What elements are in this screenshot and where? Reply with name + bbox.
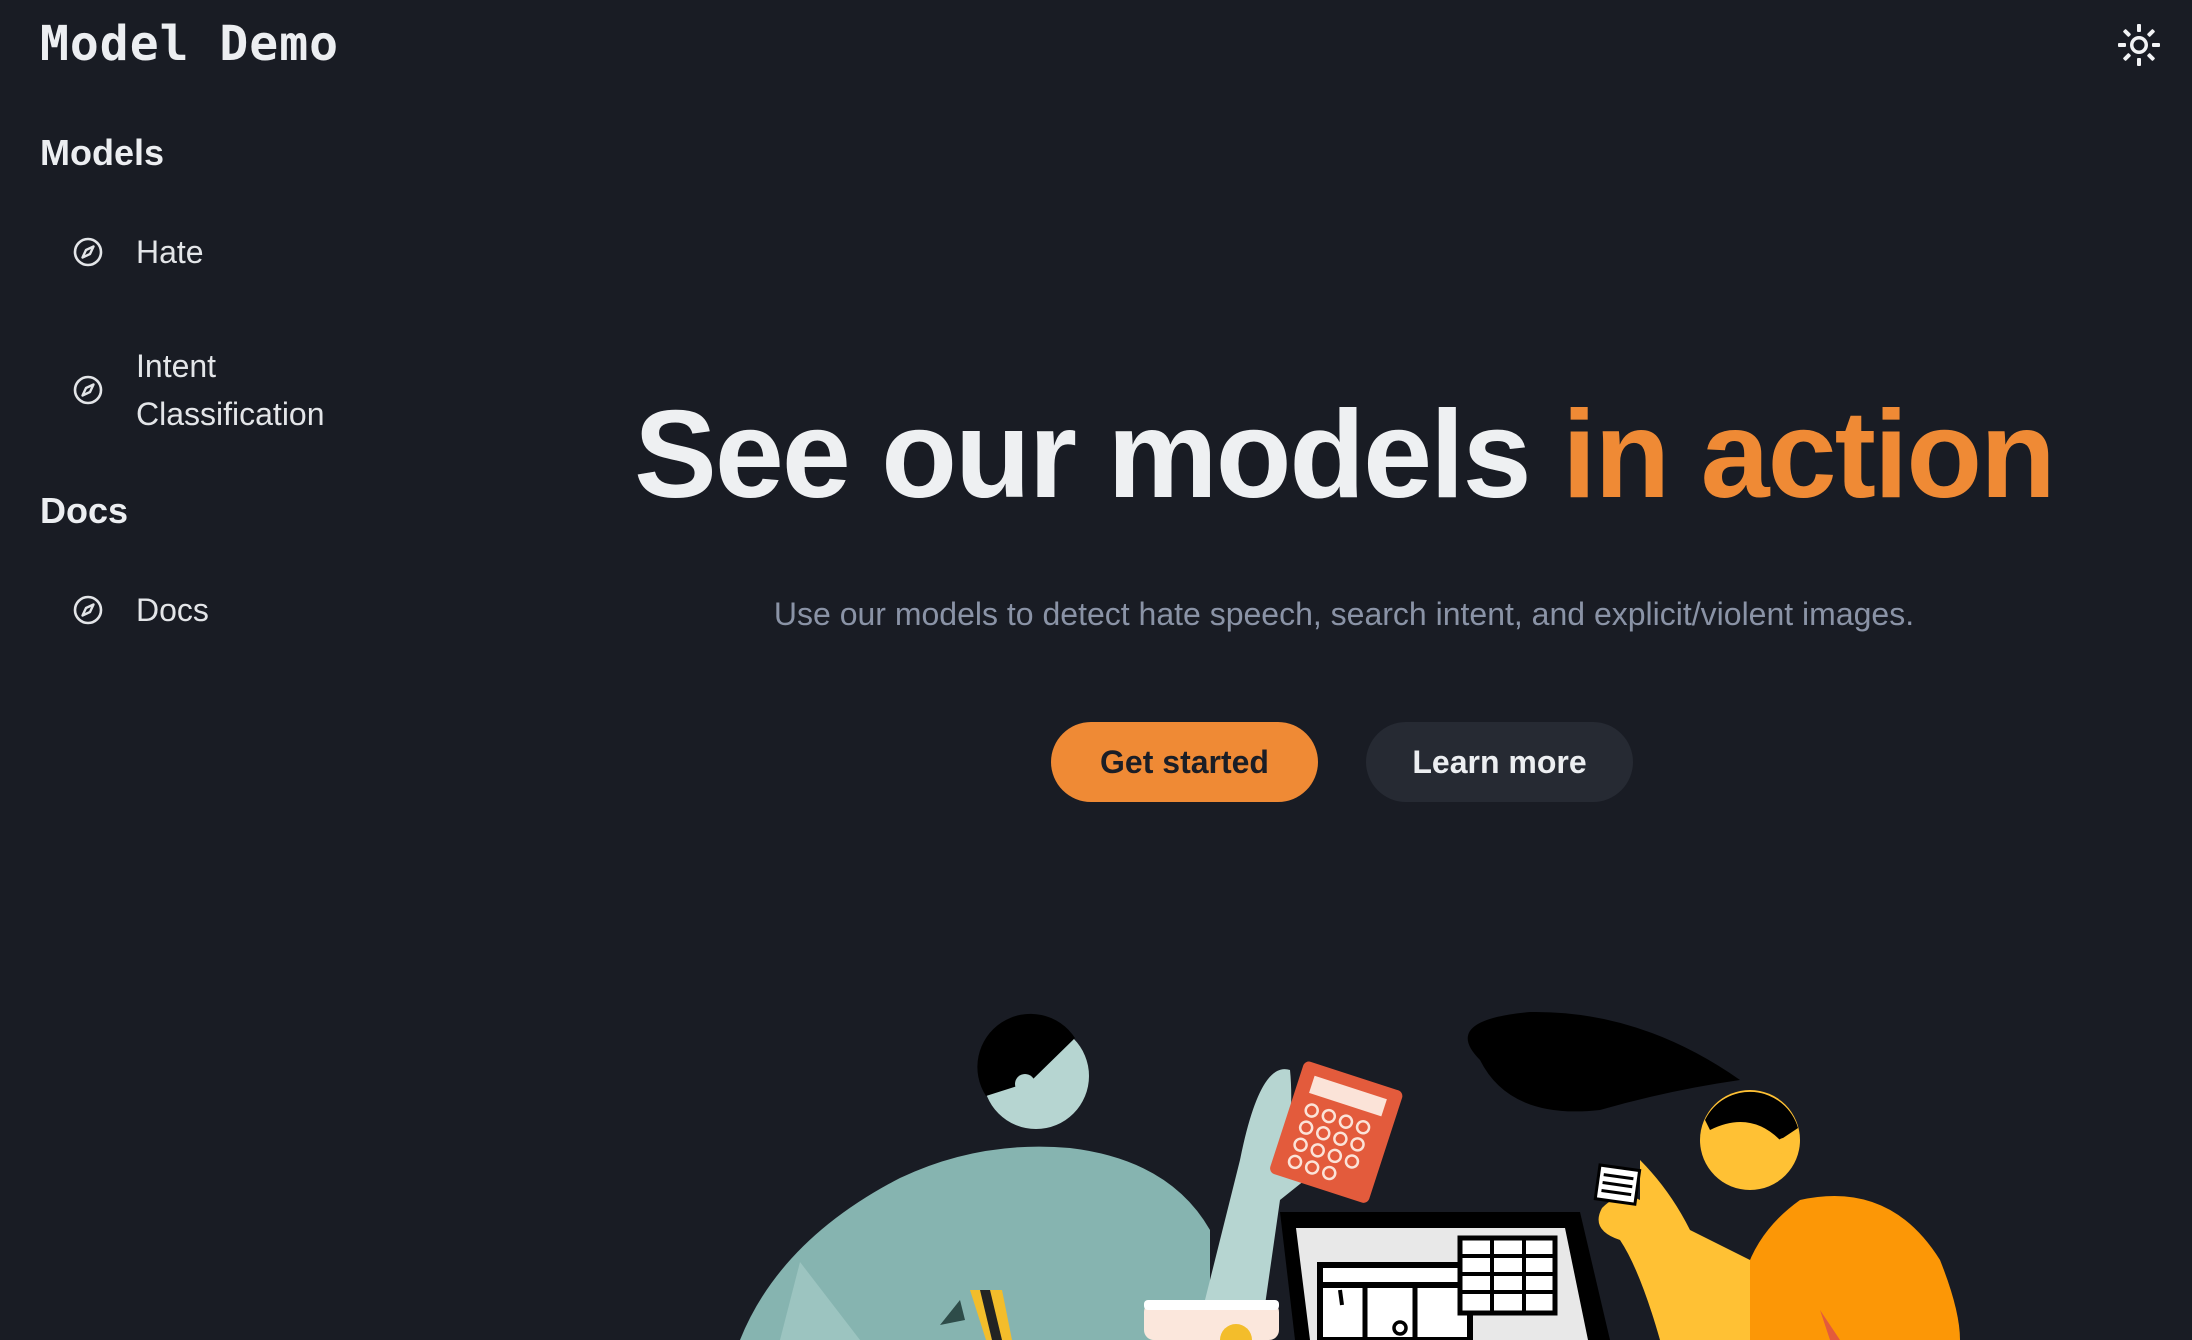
hero-subtitle: Use our models to detect hate speech, se… [773,596,1915,632]
hero-title-accent: in action [1562,386,2056,524]
compass-icon [70,234,106,270]
sidebar-item-label: Docs [136,592,209,628]
get-started-button[interactable]: Get started [1051,722,1318,802]
sidebar-heading-models: Models [40,132,165,173]
left-person-figure [740,1013,1346,1340]
compass-icon [70,592,106,628]
compass-icon [70,372,106,408]
sun-icon [2118,24,2160,66]
sidebar-heading-docs: Docs [40,490,129,531]
sidebar-item-label: Hate [136,234,204,270]
sidebar-item-hate[interactable]: Hate [70,228,204,276]
theme-toggle-button[interactable] [2116,22,2162,68]
monitor-graphic [1280,1212,1610,1340]
hero-title: See our models in action [620,385,2068,525]
learn-more-button[interactable]: Learn more [1366,722,1633,802]
sidebar-item-docs[interactable]: Docs [70,586,209,634]
sidebar-item-intent-classification[interactable]: Intent Classification [70,342,376,438]
sidebar-item-label: Intent Classification [136,348,325,432]
jar-graphic [1144,1300,1279,1340]
hero-illustration [740,1011,1960,1340]
app-title: Model Demo [40,16,339,72]
hero-title-main: See our models [634,386,1531,524]
